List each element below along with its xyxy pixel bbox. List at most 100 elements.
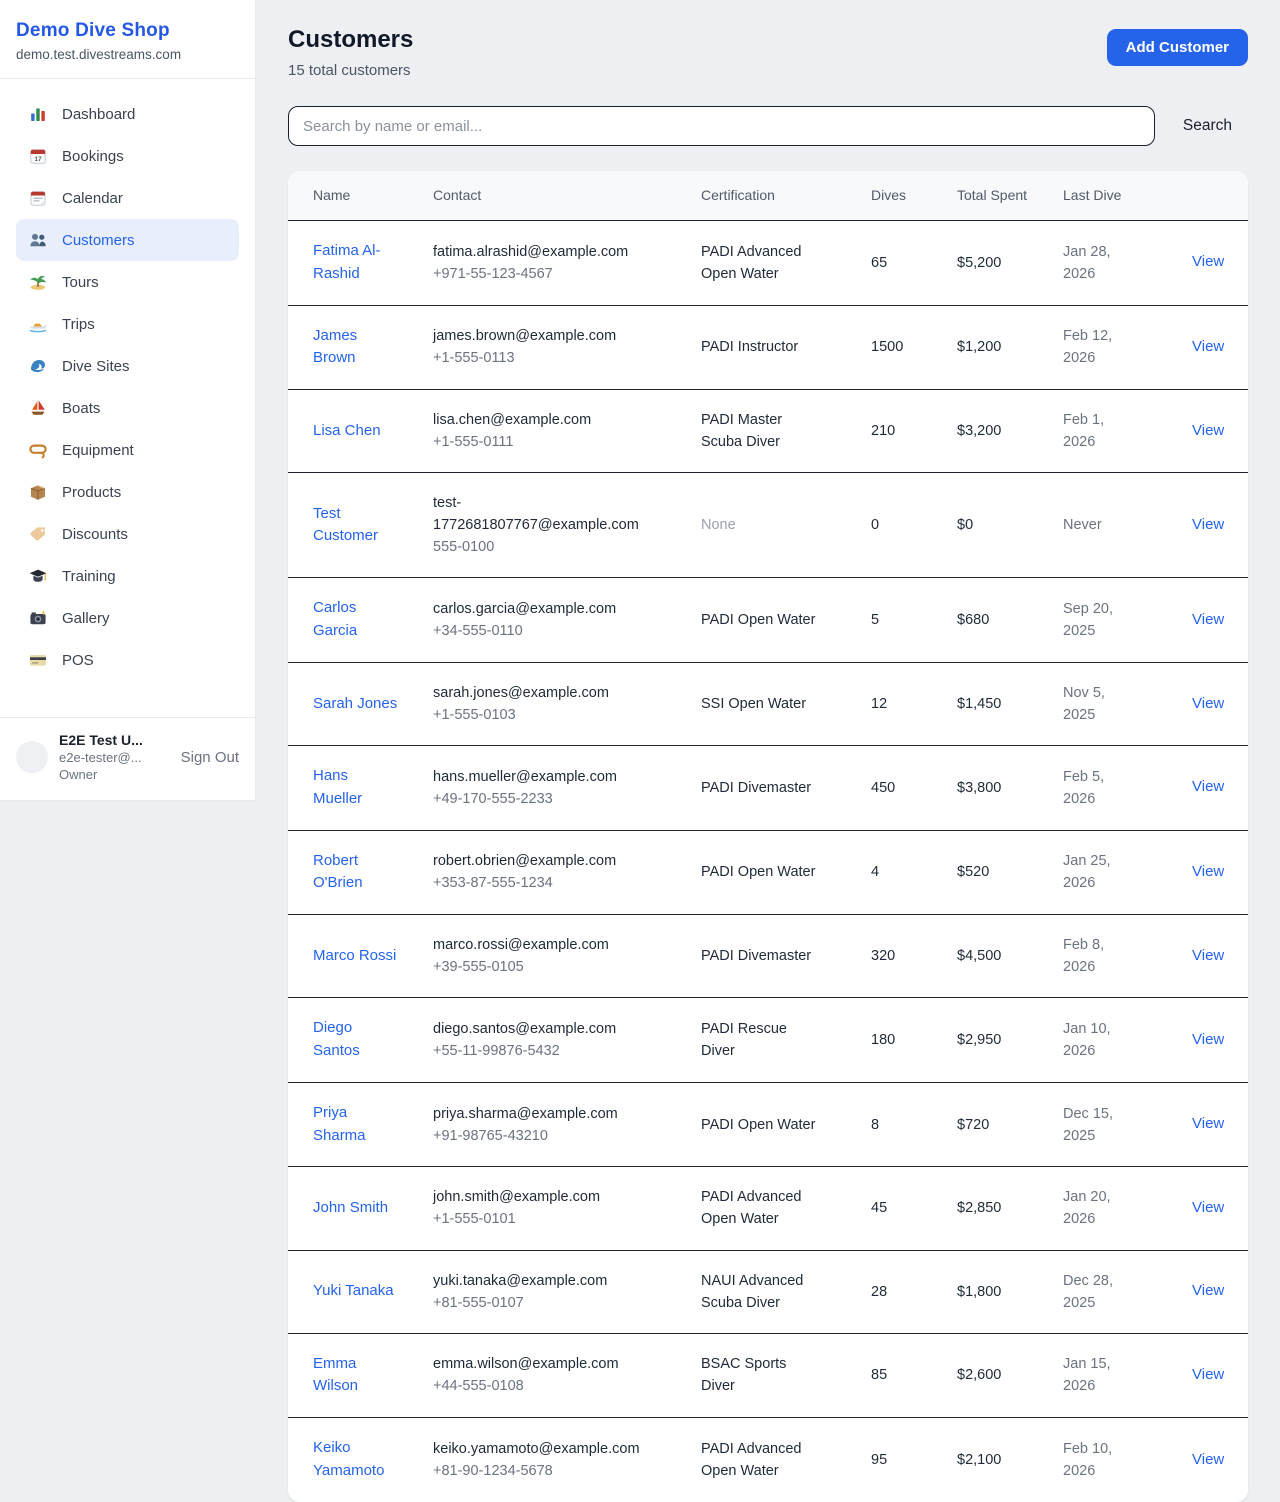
customer-email: keiko.yamamoto@example.com xyxy=(433,1438,643,1460)
table-header: NameContactCertificationDivesTotal Spent… xyxy=(288,171,1248,221)
customer-name-link[interactable]: Hans Mueller xyxy=(313,767,362,807)
view-link[interactable]: View xyxy=(1192,338,1224,355)
customer-certification: PADI Rescue Diver xyxy=(701,998,871,1083)
sidebar-item-boats[interactable]: Boats xyxy=(16,387,239,429)
view-link[interactable]: View xyxy=(1192,1199,1224,1216)
customer-name-link[interactable]: Yuki Tanaka xyxy=(313,1282,394,1299)
view-link[interactable]: View xyxy=(1192,1451,1224,1468)
customer-name-link[interactable]: Robert O'Brien xyxy=(313,852,363,892)
view-link[interactable]: View xyxy=(1192,253,1224,270)
customer-name-link[interactable]: John Smith xyxy=(313,1199,388,1216)
sidebar-item-trips[interactable]: Trips xyxy=(16,303,239,345)
customer-last-dive: Feb 10, 2026 xyxy=(1063,1418,1170,1502)
sidebar-item-bookings[interactable]: 17Bookings xyxy=(16,135,239,177)
user-name: E2E Test U... xyxy=(59,732,174,748)
bar-chart-icon xyxy=(28,104,48,124)
table-row: Keiko Yamamoto keiko.yamamoto@example.com… xyxy=(288,1418,1248,1502)
user-section: E2E Test U... e2e-tester@... Owner Sign … xyxy=(0,717,255,800)
customer-last-dive: Sep 20, 2025 xyxy=(1063,578,1170,663)
sidebar-item-dive-sites[interactable]: Dive Sites xyxy=(16,345,239,387)
view-link[interactable]: View xyxy=(1192,1115,1224,1132)
view-link[interactable]: View xyxy=(1192,516,1224,533)
view-link[interactable]: View xyxy=(1192,695,1224,712)
sidebar-item-gallery[interactable]: Gallery xyxy=(16,597,239,639)
sign-out-button[interactable]: Sign Out xyxy=(174,749,239,766)
customer-total-spent: $2,600 xyxy=(957,1333,1063,1418)
customer-phone: 555-0100 xyxy=(433,536,643,558)
sidebar: Demo Dive Shop demo.test.divestreams.com… xyxy=(0,0,256,801)
customer-count: 15 total customers xyxy=(288,62,413,79)
customer-name-link[interactable]: Lisa Chen xyxy=(313,422,381,439)
customer-dives: 8 xyxy=(871,1082,957,1167)
view-link[interactable]: View xyxy=(1192,1282,1224,1299)
customer-total-spent: $1,800 xyxy=(957,1250,1063,1333)
customer-name-link[interactable]: Diego Santos xyxy=(313,1019,360,1059)
customer-name-link[interactable]: Keiko Yamamoto xyxy=(313,1439,384,1479)
customer-phone: +81-555-0107 xyxy=(433,1292,643,1314)
customer-name-link[interactable]: James Brown xyxy=(313,327,357,367)
sidebar-item-equipment[interactable]: Equipment xyxy=(16,429,239,471)
sidebar-item-label: Dive Sites xyxy=(62,358,130,375)
view-link[interactable]: View xyxy=(1192,778,1224,795)
add-customer-button[interactable]: Add Customer xyxy=(1107,29,1248,66)
view-link[interactable]: View xyxy=(1192,1366,1224,1383)
customer-total-spent: $0 xyxy=(957,473,1063,578)
tag-icon xyxy=(28,524,48,544)
sidebar-item-customers[interactable]: Customers xyxy=(16,219,239,261)
sidebar-item-products[interactable]: Products xyxy=(16,471,239,513)
sidebar-item-training[interactable]: Training xyxy=(16,555,239,597)
sidebar-item-dashboard[interactable]: Dashboard xyxy=(16,93,239,135)
view-link[interactable]: View xyxy=(1192,863,1224,880)
customer-phone: +1-555-0113 xyxy=(433,347,643,369)
sidebar-item-tours[interactable]: Tours xyxy=(16,261,239,303)
customer-certification: PADI Divemaster xyxy=(701,746,871,831)
customer-last-dive: Feb 8, 2026 xyxy=(1063,915,1170,998)
customer-last-dive: Jan 15, 2026 xyxy=(1063,1333,1170,1418)
customer-certification: BSAC Sports Diver xyxy=(701,1333,871,1418)
customer-name-link[interactable]: Carlos Garcia xyxy=(313,599,357,639)
column-header-name: Name xyxy=(288,171,433,221)
sidebar-item-discounts[interactable]: Discounts xyxy=(16,513,239,555)
customer-email: sarah.jones@example.com xyxy=(433,682,643,704)
search-input[interactable] xyxy=(288,106,1155,146)
svg-text:17: 17 xyxy=(34,156,42,163)
customer-name-link[interactable]: Sarah Jones xyxy=(313,695,397,712)
customer-total-spent: $3,800 xyxy=(957,746,1063,831)
user-meta: E2E Test U... e2e-tester@... Owner xyxy=(59,732,174,782)
customer-phone: +1-555-0103 xyxy=(433,704,643,726)
sidebar-item-label: Tours xyxy=(62,274,99,291)
customer-dives: 1500 xyxy=(871,305,957,390)
sidebar-item-calendar[interactable]: Calendar xyxy=(16,177,239,219)
customer-name-link[interactable]: Emma Wilson xyxy=(313,1355,358,1395)
view-link[interactable]: View xyxy=(1192,1031,1224,1048)
customer-email: test-1772681807767@example.com xyxy=(433,492,643,536)
customer-phone: +49-170-555-2233 xyxy=(433,788,643,810)
customer-name-link[interactable]: Marco Rossi xyxy=(313,947,396,964)
view-link[interactable]: View xyxy=(1192,947,1224,964)
view-link[interactable]: View xyxy=(1192,611,1224,628)
table-row: John Smithjohn.smith@example.com+1-555-0… xyxy=(288,1167,1248,1250)
customer-email: emma.wilson@example.com xyxy=(433,1353,643,1375)
search-bar: Search xyxy=(288,106,1248,146)
customer-last-dive: Dec 15, 2025 xyxy=(1063,1082,1170,1167)
search-button[interactable]: Search xyxy=(1183,117,1232,135)
customer-name-link[interactable]: Priya Sharma xyxy=(313,1104,366,1144)
customer-name-link[interactable]: Fatima Al-Rashid xyxy=(313,242,381,282)
customer-email: john.smith@example.com xyxy=(433,1186,643,1208)
customer-email: yuki.tanaka@example.com xyxy=(433,1270,643,1292)
island-icon xyxy=(28,272,48,292)
customer-total-spent: $2,950 xyxy=(957,998,1063,1083)
wave-icon xyxy=(28,356,48,376)
customer-name-link[interactable]: Test Customer xyxy=(313,505,378,545)
sidebar-item-pos[interactable]: POS xyxy=(16,639,239,681)
sidebar-item-label: Training xyxy=(62,568,116,585)
customer-last-dive: Never xyxy=(1063,473,1170,578)
customer-total-spent: $3,200 xyxy=(957,390,1063,473)
customer-phone: +34-555-0110 xyxy=(433,620,643,642)
customer-email: priya.sharma@example.com xyxy=(433,1103,643,1125)
customer-certification: PADI Master Scuba Diver xyxy=(701,390,871,473)
customer-phone: +39-555-0105 xyxy=(433,956,643,978)
view-link[interactable]: View xyxy=(1192,422,1224,439)
customer-certification: PADI Open Water xyxy=(701,1082,871,1167)
customer-email: james.brown@example.com xyxy=(433,325,643,347)
